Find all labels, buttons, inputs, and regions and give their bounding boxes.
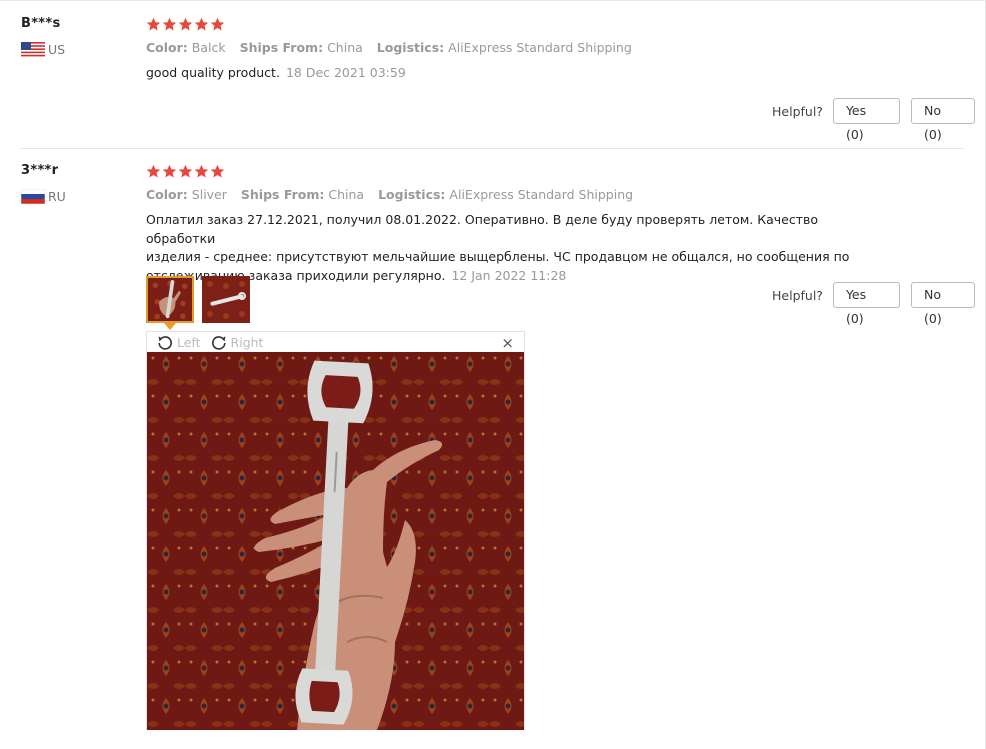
meta-logistics-value: AliExpress Standard Shipping <box>449 187 634 202</box>
star-icon <box>194 164 209 178</box>
star-rating <box>146 164 225 179</box>
review-meta: Color: Balck Ships From: China Logistics: A… <box>146 40 632 55</box>
close-icon[interactable]: × <box>501 334 514 352</box>
reviewer-name: B***s <box>21 16 61 31</box>
rotate-left-button[interactable]: Left <box>157 334 201 350</box>
meta-ships-label: Ships From: <box>240 187 325 202</box>
review-meta: Color: Sliver Ships From: China Logistics:… <box>146 187 633 202</box>
meta-color-value: Balck <box>191 40 226 55</box>
frame-top-border <box>0 0 986 1</box>
review-date: 12 Jan 2022 11:28 <box>451 267 567 283</box>
rotate-left-label: Left <box>177 334 201 350</box>
helpful-label: Helpful? <box>772 287 823 303</box>
meta-ships: Ships From: China <box>240 40 363 55</box>
rotate-right-button[interactable]: Right <box>211 334 264 350</box>
meta-ships-value: China <box>328 187 365 202</box>
meta-color-value: Sliver <box>191 187 227 202</box>
review-body-line: Оплатил заказ 27.12.2021, получил 08.01.… <box>146 212 819 246</box>
photo-viewer-toolbar: Left Right × <box>147 332 524 352</box>
country-code: US <box>48 42 66 57</box>
review-photo-thumbnail[interactable] <box>202 276 250 323</box>
rotate-left-icon <box>158 336 172 350</box>
star-icon <box>178 164 193 178</box>
star-icon <box>162 17 177 31</box>
rotate-right-icon <box>211 336 226 350</box>
star-rating <box>146 17 225 32</box>
review-photo-thumbnail[interactable] <box>146 276 194 323</box>
star-icon <box>210 164 225 178</box>
reviewer-country: RU <box>21 189 66 204</box>
star-icon <box>178 17 193 31</box>
meta-ships: Ships From: China <box>241 187 364 202</box>
helpful-yes-button[interactable]: Yes (0) <box>832 98 901 142</box>
ru-flag-icon <box>21 189 45 204</box>
photo-viewer: Left Right × <box>146 331 525 730</box>
review-text: good quality product. 18 Dec 2021 03:59 <box>146 64 406 83</box>
meta-logistics-label: Logistics: <box>376 40 445 55</box>
helpful-no-button[interactable]: No (0) <box>911 282 975 326</box>
helpful-controls: Helpful? Yes (0) No (0) <box>772 98 986 142</box>
meta-logistics-label: Logistics: <box>378 187 446 202</box>
meta-ships-value: China <box>327 40 363 55</box>
rotate-right-label: Right <box>230 334 264 350</box>
star-icon <box>210 17 225 31</box>
review-date: 18 Dec 2021 03:59 <box>285 65 406 80</box>
review-body: good quality product. <box>146 65 280 80</box>
meta-logistics: Logistics: AliExpress Standard Shipping <box>378 187 633 202</box>
reviewer-name: 3***r <box>21 163 59 178</box>
review-divider <box>20 148 964 149</box>
meta-color-label: Color: <box>146 187 188 202</box>
helpful-no-button[interactable]: No (0) <box>911 98 975 142</box>
selected-thumbnail-caret <box>164 323 176 330</box>
star-icon <box>146 17 161 31</box>
us-flag-icon <box>21 42 45 57</box>
meta-color: Color: Balck <box>146 40 226 55</box>
meta-logistics-value: AliExpress Standard Shipping <box>448 40 632 55</box>
helpful-controls: Helpful? Yes (0) No (0) <box>772 282 986 326</box>
meta-logistics: Logistics: AliExpress Standard Shipping <box>377 40 632 55</box>
country-code: RU <box>48 189 66 204</box>
review-text: Оплатил заказ 27.12.2021, получил 08.01.… <box>146 211 866 285</box>
star-icon <box>194 17 209 31</box>
review-photo-large[interactable] <box>147 352 524 730</box>
meta-color-label: Color: <box>146 40 188 55</box>
meta-color: Color: Sliver <box>146 187 227 202</box>
meta-ships-label: Ships From: <box>239 40 324 55</box>
star-icon <box>162 164 177 178</box>
helpful-label: Helpful? <box>772 103 823 119</box>
star-icon <box>146 164 161 178</box>
review-body-line: изделия - среднее: присутствуют мельчайш… <box>146 249 850 264</box>
reviewer-country: US <box>21 42 65 57</box>
helpful-yes-button[interactable]: Yes (0) <box>832 282 901 326</box>
